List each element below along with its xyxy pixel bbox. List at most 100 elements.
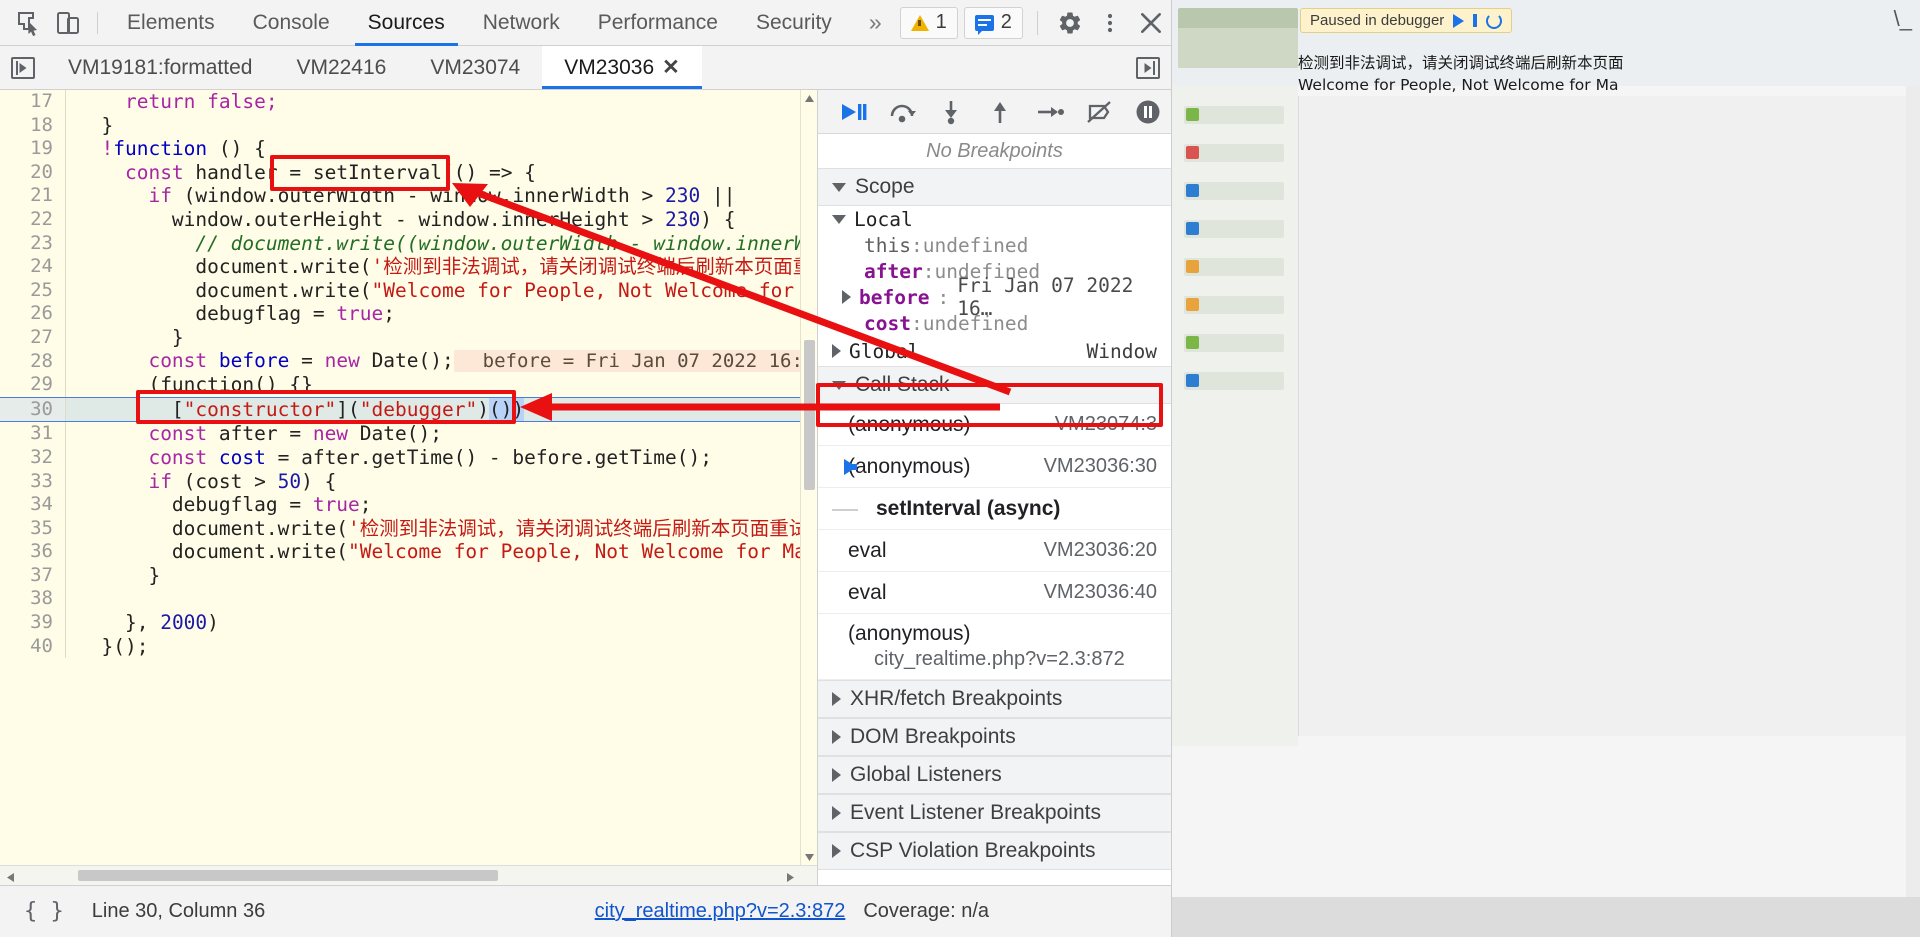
code-line-35[interactable]: 35 document.write('检测到非法调试，请关闭调试终端后刷新本页面… xyxy=(0,516,817,541)
line-number[interactable]: 33 xyxy=(0,469,66,494)
file-tab-close-icon[interactable]: ✕ xyxy=(662,55,680,80)
line-number[interactable]: 39 xyxy=(0,611,66,635)
callstack-frame-3[interactable]: eval VM23036:20 xyxy=(818,530,1171,572)
code-line-text[interactable]: } xyxy=(66,326,184,350)
code-line-20[interactable]: 20 const handler = setInterval(() => { xyxy=(0,160,817,185)
code-line-34[interactable]: 34 debugflag = true; xyxy=(0,493,817,517)
debugger-sections[interactable]: No Breakpoints Scope Local this: undefin… xyxy=(818,134,1171,885)
code-line-text[interactable]: } xyxy=(66,564,160,588)
source-code[interactable]: 17 return false; 18 } 19 !function () {20 … xyxy=(0,90,817,659)
line-number[interactable]: 19 xyxy=(0,137,66,161)
code-line-28[interactable]: 28 const before = new Date(); before = F… xyxy=(0,349,817,374)
line-number[interactable]: 34 xyxy=(0,493,66,517)
step-icon[interactable] xyxy=(1486,12,1503,29)
deactivate-breakpoints-icon[interactable] xyxy=(1076,92,1121,132)
file-tab-vm23074[interactable]: VM23074 xyxy=(408,46,542,89)
code-line-text[interactable]: const handler = setInterval(() => { xyxy=(66,161,536,185)
warning-badge[interactable]: 1 xyxy=(899,6,958,39)
line-number[interactable]: 25 xyxy=(0,278,66,303)
callstack-frame-1[interactable]: (anonymous) VM23036:30 xyxy=(818,446,1171,488)
file-tab-vm23036[interactable]: VM23036 ✕ xyxy=(542,46,702,89)
scroll-right-icon[interactable] xyxy=(786,870,795,888)
line-number[interactable]: 18 xyxy=(0,113,66,138)
list-item[interactable] xyxy=(1184,220,1284,238)
section-xhr-breakpoints[interactable]: XHR/fetch Breakpoints xyxy=(818,680,1171,718)
list-item[interactable] xyxy=(1184,106,1284,124)
scope-row-this[interactable]: this: undefined xyxy=(818,232,1171,258)
file-tab-vm19181[interactable]: VM19181:formatted xyxy=(46,46,274,89)
code-line-text[interactable]: document.write('检测到非法调试，请关闭调试终端后刷新本页面重试！… xyxy=(66,255,817,279)
code-line-24[interactable]: 24 document.write('检测到非法调试，请关闭调试终端后刷新本页面… xyxy=(0,255,817,279)
show-navigator-icon[interactable] xyxy=(0,46,46,89)
chevron-right-icon[interactable] xyxy=(832,344,841,358)
step-over-icon[interactable] xyxy=(879,92,924,132)
more-tabs-icon[interactable]: » xyxy=(851,0,900,46)
inspect-element-icon[interactable] xyxy=(10,2,49,44)
scope-row-before[interactable]: before: Fri Jan 07 2022 16… xyxy=(818,274,1171,320)
line-number[interactable]: 29 xyxy=(0,373,66,397)
scope-local-group[interactable]: Local xyxy=(818,206,1171,232)
show-debugger-icon[interactable] xyxy=(1125,46,1171,89)
code-line-text[interactable]: document.write('检测到非法调试，请关闭调试终端后刷新本页面重试！… xyxy=(66,517,817,541)
code-line-text[interactable]: if (cost > 50) { xyxy=(66,470,336,494)
section-global-listeners[interactable]: Global Listeners xyxy=(818,756,1171,794)
close-icon[interactable] xyxy=(1131,1,1171,45)
code-line-25[interactable]: 25 document.write("Welcome for People, N… xyxy=(0,278,817,303)
code-line-text[interactable]: }(); xyxy=(66,635,148,659)
gear-icon[interactable] xyxy=(1050,1,1090,45)
code-line-38[interactable]: 38 xyxy=(0,587,817,612)
line-number[interactable]: 21 xyxy=(0,184,66,208)
chevron-right-icon[interactable] xyxy=(842,290,851,304)
device-toolbar-icon[interactable] xyxy=(49,2,88,44)
line-number[interactable]: 27 xyxy=(0,325,66,350)
code-line-text[interactable]: document.write("Welcome for People, Not … xyxy=(66,279,817,303)
code-line-26[interactable]: 26 debugflag = true; xyxy=(0,302,817,326)
code-line-text[interactable]: } xyxy=(66,114,113,138)
callstack-frame-0[interactable]: (anonymous) VM23074:3 xyxy=(818,404,1171,446)
code-line-text[interactable]: const after = new Date(); xyxy=(66,422,442,446)
code-line-23[interactable]: 23 // document.write((window.outerWidth … xyxy=(0,231,817,256)
message-badge[interactable]: 2 xyxy=(963,6,1023,39)
scroll-left-icon[interactable] xyxy=(6,870,15,888)
resume-icon[interactable] xyxy=(1453,13,1465,28)
code-scroll-area[interactable]: 17 return false; 18 } 19 !function () {20 … xyxy=(0,90,817,865)
pause-icon[interactable] xyxy=(1473,14,1478,27)
line-number[interactable]: 36 xyxy=(0,540,66,564)
code-line-17[interactable]: 17 return false; xyxy=(0,90,817,114)
tab-sources[interactable]: Sources xyxy=(349,0,464,46)
line-number[interactable]: 37 xyxy=(0,563,66,588)
line-number[interactable]: 35 xyxy=(0,516,66,541)
section-dom-breakpoints[interactable]: DOM Breakpoints xyxy=(818,718,1171,756)
code-line-text[interactable]: (function() {} xyxy=(66,373,312,397)
line-number[interactable]: 23 xyxy=(0,231,66,256)
pause-on-exceptions-icon[interactable] xyxy=(1126,92,1171,132)
scroll-down-icon[interactable] xyxy=(801,849,817,865)
source-url-link[interactable]: city_realtime.php?v=2.3:872 xyxy=(595,900,846,923)
tab-security[interactable]: Security xyxy=(737,0,851,46)
tab-performance[interactable]: Performance xyxy=(579,0,737,46)
code-line-text[interactable]: return false; xyxy=(66,90,278,114)
line-number[interactable]: 24 xyxy=(0,255,66,279)
line-number[interactable]: 40 xyxy=(0,634,66,659)
step-out-icon[interactable] xyxy=(978,92,1023,132)
code-line-18[interactable]: 18 } xyxy=(0,113,817,138)
scope-row-global[interactable]: Global Window xyxy=(818,336,1171,366)
code-line-29[interactable]: 29 (function() {} xyxy=(0,373,817,397)
code-line-text[interactable]: const cost = after.getTime() - before.ge… xyxy=(66,446,712,470)
code-line-37[interactable]: 37 } xyxy=(0,563,817,588)
step-into-icon[interactable] xyxy=(929,92,974,132)
code-line-text[interactable]: // document.write((window.outerWidth - w… xyxy=(66,232,817,256)
code-line-text[interactable]: }, 2000) xyxy=(66,611,219,635)
pretty-print-icon[interactable]: { } xyxy=(14,899,74,924)
scope-section-header[interactable]: Scope xyxy=(818,168,1171,206)
code-line-text[interactable]: const before = new Date(); before = Fri … xyxy=(66,349,817,374)
code-line-text[interactable]: ["constructor"]("debugger")()) xyxy=(66,397,817,422)
callstack-frame-4[interactable]: eval VM23036:40 xyxy=(818,572,1171,614)
list-item[interactable] xyxy=(1184,258,1284,276)
line-number[interactable]: 17 xyxy=(0,90,66,114)
line-number[interactable]: 38 xyxy=(0,587,66,612)
list-item[interactable] xyxy=(1184,296,1284,314)
list-item[interactable] xyxy=(1184,144,1284,162)
callstack-section-header[interactable]: Call Stack xyxy=(818,366,1171,404)
code-line-32[interactable]: 32 const cost = after.getTime() - before… xyxy=(0,445,817,470)
